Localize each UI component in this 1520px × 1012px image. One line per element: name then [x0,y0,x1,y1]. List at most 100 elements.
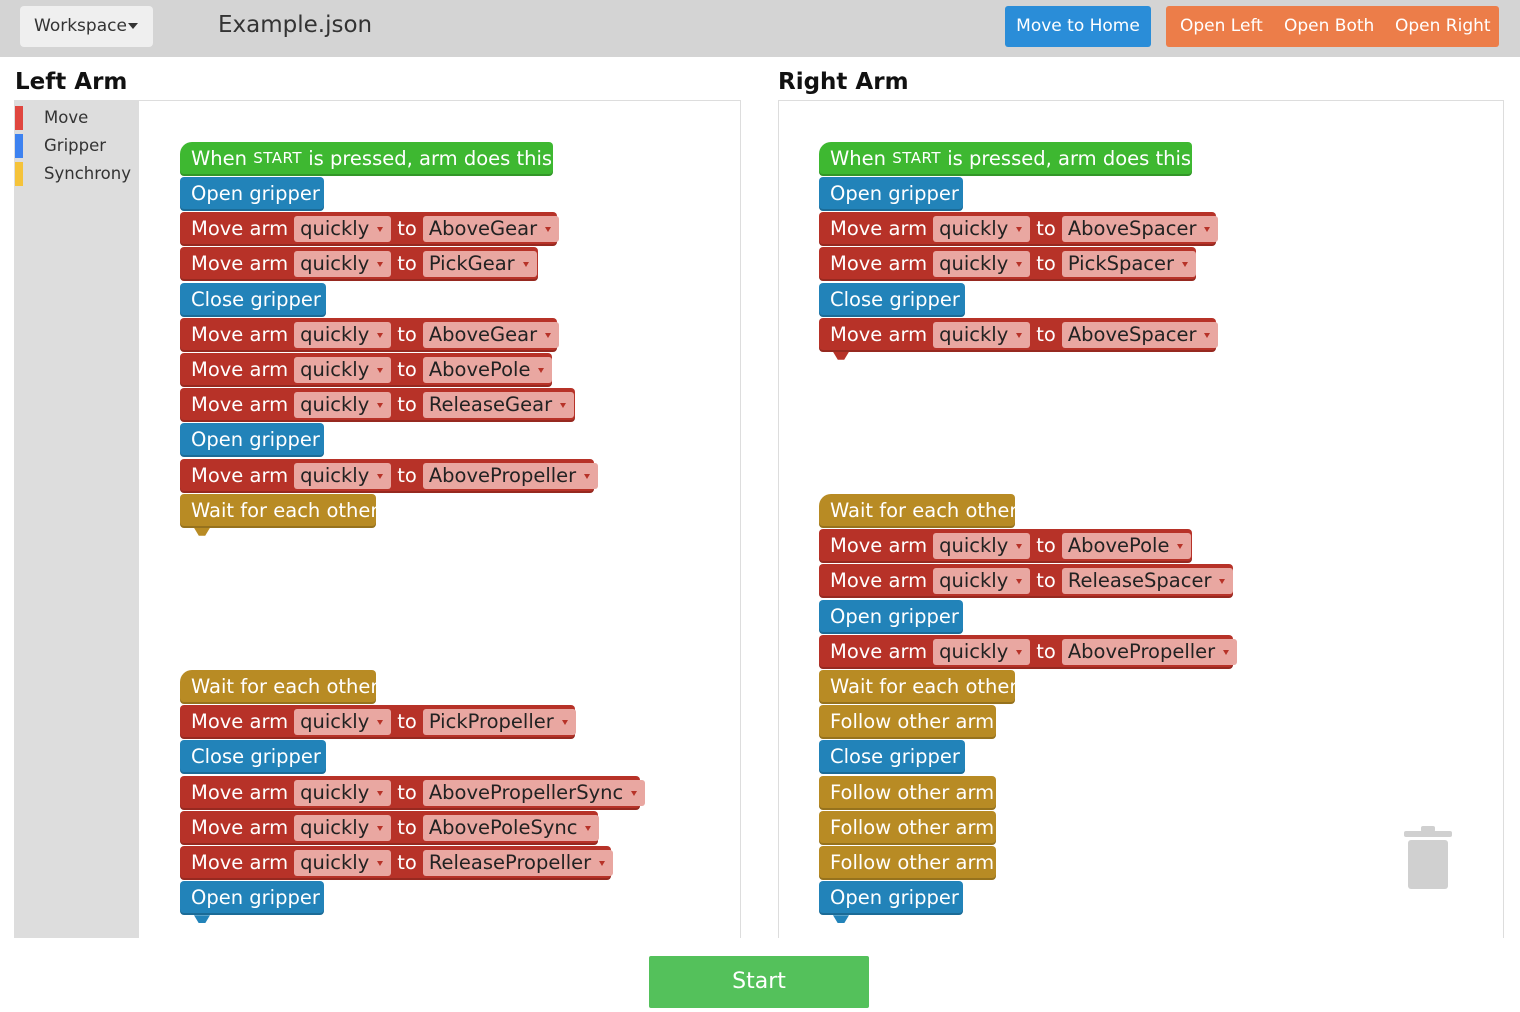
close-gripper-block[interactable]: Close gripper [819,282,965,317]
speed-dropdown[interactable]: quickly [294,779,392,806]
move-arm-block[interactable]: Move arm quickly to PickPropeller [180,705,576,740]
target-dropdown[interactable]: AbovePole [1061,533,1192,560]
target-dropdown[interactable]: AboveSpacer [1061,216,1219,243]
to-label: to [1036,534,1056,558]
gripper-color-swatch [15,134,23,158]
move-arm-block[interactable]: Move arm quickly to ReleasePropeller [180,846,614,880]
target-dropdown[interactable]: AbovePropeller [422,462,599,489]
move-arm-block[interactable]: Move arm quickly to AboveGear [180,317,560,352]
speed-dropdown[interactable]: quickly [294,392,392,419]
speed-dropdown[interactable]: quickly [294,709,392,736]
speed-dropdown[interactable]: quickly [933,638,1031,665]
move-arm-block[interactable]: Move arm quickly to ReleaseSpacer [819,564,1234,599]
move-arm-block[interactable]: Move arm quickly to AbovePropellerSync [180,775,646,810]
follow-other-arm-block[interactable]: Follow other arm [819,705,996,740]
open-both-button[interactable]: Open Both [1284,6,1374,47]
target-dropdown[interactable]: ReleaseSpacer [1061,568,1234,595]
toolbox-category-gripper[interactable]: Gripper [14,134,139,158]
target-dropdown[interactable]: AbovePoleSync [422,814,600,841]
close-gripper-block[interactable]: Close gripper [180,740,326,775]
move-arm-block[interactable]: Move arm quickly to PickSpacer [819,247,1197,282]
move-arm-block[interactable]: Move arm quickly to AbovePole [819,529,1192,564]
close-gripper-block[interactable]: Close gripper [180,282,326,317]
block-text: is pressed, arm does this: [947,147,1198,170]
speed-dropdown[interactable]: quickly [294,814,392,841]
wait-for-each-other-block[interactable]: Wait for each other [180,493,378,528]
speed-dropdown[interactable]: quickly [294,850,392,876]
open-gripper-block[interactable]: Open gripper [180,881,324,916]
speed-dropdown[interactable]: quickly [294,216,392,243]
category-label: Move [44,108,89,127]
speed-dropdown[interactable]: quickly [294,462,392,489]
open-gripper-block[interactable]: Open gripper [819,599,963,634]
toolbox: Move Gripper Synchrony [14,100,139,938]
move-arm-block[interactable]: Move arm quickly to AbovePropeller [819,634,1238,669]
block-label: Close gripper [830,287,960,311]
move-arm-block[interactable]: Move arm quickly to AboveGear [180,212,560,247]
target-dropdown[interactable]: PickGear [422,251,537,278]
target-dropdown[interactable]: AbovePropellerSync [422,779,646,806]
move-arm-block[interactable]: Move arm quickly to AboveSpacer [819,317,1219,352]
block-label: Move arm [191,780,289,804]
block-text: When [191,147,247,170]
block-label: Close gripper [830,745,960,769]
speed-dropdown[interactable]: quickly [933,568,1031,595]
move-arm-block[interactable]: Move arm quickly to AbovePoleSync [180,810,600,845]
workspace-dropdown[interactable]: Workspace [20,6,153,47]
wait-for-each-other-block[interactable]: Wait for each other [819,494,1018,528]
open-left-button[interactable]: Open Left [1180,6,1263,47]
follow-other-arm-block[interactable]: Follow other arm [819,810,996,845]
start-hat-block[interactable]: When start is pressed, arm does this: [180,142,559,176]
to-label: to [397,393,417,417]
speed-dropdown[interactable]: quickly [294,251,392,278]
target-dropdown[interactable]: AbovePropeller [1061,638,1238,665]
move-to-home-button[interactable]: Move to Home [1005,6,1151,47]
trash-icon[interactable] [1404,826,1452,889]
follow-other-arm-block[interactable]: Follow other arm [819,775,996,810]
move-arm-block[interactable]: Move arm quickly to PickGear [180,247,538,282]
target-dropdown[interactable]: AboveGear [422,321,560,348]
speed-dropdown[interactable]: quickly [933,321,1031,348]
target-dropdown[interactable]: PickPropeller [422,709,576,736]
target-dropdown[interactable]: ReleaseGear [422,392,575,419]
toolbox-category-move[interactable]: Move [14,106,139,130]
follow-other-arm-block[interactable]: Follow other arm [819,846,996,880]
move-arm-block[interactable]: Move arm quickly to AboveSpacer [819,212,1219,247]
move-arm-block[interactable]: Move arm quickly to ReleaseGear [180,388,575,423]
block-label: Follow other arm [830,851,995,874]
wait-for-each-other-block[interactable]: Wait for each other [819,670,1017,704]
speed-dropdown[interactable]: quickly [933,533,1031,560]
target-dropdown[interactable]: PickSpacer [1061,251,1197,278]
open-gripper-block[interactable]: Open gripper [180,177,324,211]
open-gripper-block[interactable]: Open gripper [819,177,963,211]
left-arm-title: Left Arm [15,69,128,95]
open-gripper-block[interactable]: Open gripper [819,881,963,916]
move-arm-block[interactable]: Move arm quickly to AbovePole [180,353,553,387]
target-dropdown[interactable]: ReleasePropeller [422,850,614,876]
target-dropdown[interactable]: AbovePole [422,357,553,383]
to-label: to [1036,217,1056,241]
start-hat-block[interactable]: When start is pressed, arm does this: [819,142,1198,176]
block-label: Open gripper [830,886,959,910]
block-label: Wait for each other [830,499,1018,522]
speed-dropdown[interactable]: quickly [933,216,1031,243]
open-gripper-block[interactable]: Open gripper [180,423,324,458]
top-bar: Workspace Example.json Move to Home Open… [0,0,1520,57]
to-label: to [397,252,417,276]
target-dropdown[interactable]: AboveSpacer [1061,321,1219,348]
move-arm-block[interactable]: Move arm quickly to AbovePropeller [180,458,599,493]
open-right-button[interactable]: Open Right [1395,6,1491,47]
toolbox-category-synchrony[interactable]: Synchrony [14,162,139,186]
start-keyword: start [253,149,302,167]
to-label: to [1036,252,1056,276]
start-button[interactable]: Start [649,956,869,1008]
close-gripper-block[interactable]: Close gripper [819,740,965,775]
wait-for-each-other-block[interactable]: Wait for each other [180,670,378,704]
right-arm-title: Right Arm [778,69,909,95]
speed-dropdown[interactable]: quickly [294,357,392,383]
to-label: to [1036,569,1056,593]
speed-dropdown[interactable]: quickly [294,321,392,348]
target-dropdown[interactable]: AboveGear [422,216,560,243]
block-label: Move arm [191,851,289,874]
speed-dropdown[interactable]: quickly [933,251,1031,278]
